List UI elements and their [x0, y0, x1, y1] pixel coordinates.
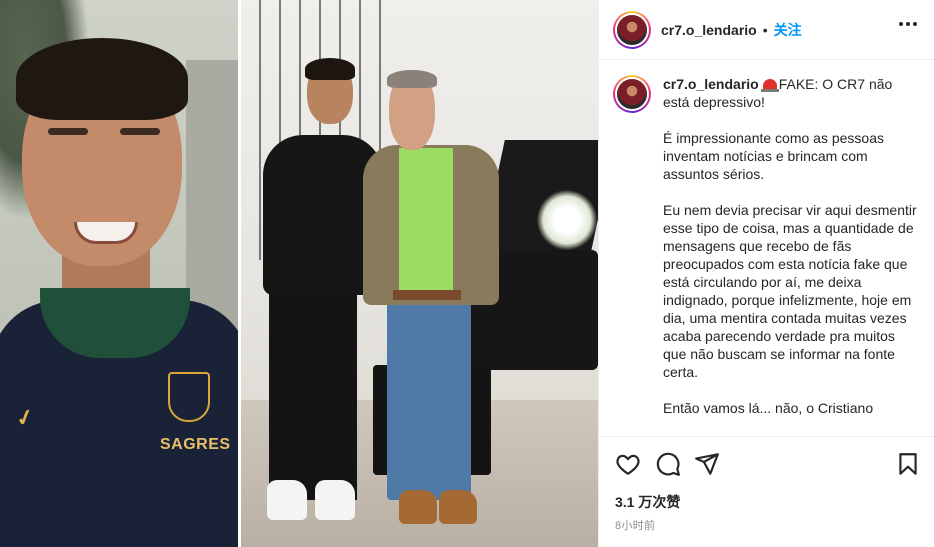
post-timestamp[interactable]: 8小时前	[615, 517, 655, 533]
like-count[interactable]: 3.1 万次赞	[615, 492, 680, 512]
caption-paragraph: É impressionante como as pessoas inventa…	[663, 130, 884, 182]
siren-emoji-icon	[760, 79, 779, 92]
action-bar: 3.1 万次赞 8小时前	[599, 436, 934, 547]
follow-button[interactable]: 关注	[774, 20, 802, 40]
caption-avatar[interactable]	[613, 75, 651, 113]
team-crest	[168, 372, 210, 422]
caption-username[interactable]: cr7.o_lendario	[663, 76, 759, 92]
share-icon[interactable]	[694, 451, 720, 477]
caption-paragraph: Então vamos lá... não, o Cristiano	[663, 400, 874, 416]
separator-dot: •	[762, 21, 768, 38]
author-username[interactable]: cr7.o_lendario	[661, 22, 757, 38]
heart-icon[interactable]	[615, 451, 641, 477]
avatar[interactable]	[613, 10, 651, 49]
caption-paragraph: Eu nem devia precisar vir aqui desmentir…	[663, 202, 917, 380]
photo-portrait-jersey: ✓ SAGRES	[0, 0, 238, 547]
bookmark-icon[interactable]	[895, 451, 921, 477]
photo-two-men-piano	[241, 0, 598, 547]
comment-icon[interactable]	[655, 451, 681, 477]
post-sidebar: cr7.o_lendario • 关注 cr7.o_lendario FAKE: …	[598, 0, 934, 547]
jersey-sponsor-text: SAGRES	[160, 436, 231, 453]
post-header: cr7.o_lendario • 关注	[599, 0, 934, 60]
more-options-icon[interactable]	[899, 22, 917, 26]
post-media[interactable]: ✓ SAGRES	[0, 0, 598, 547]
caption: cr7.o_lendario FAKE: O CR7 não está depre…	[613, 75, 921, 435]
comments-section[interactable]: cr7.o_lendario FAKE: O CR7 não está depre…	[599, 61, 934, 436]
caption-text: cr7.o_lendario FAKE: O CR7 não está depre…	[663, 75, 921, 435]
